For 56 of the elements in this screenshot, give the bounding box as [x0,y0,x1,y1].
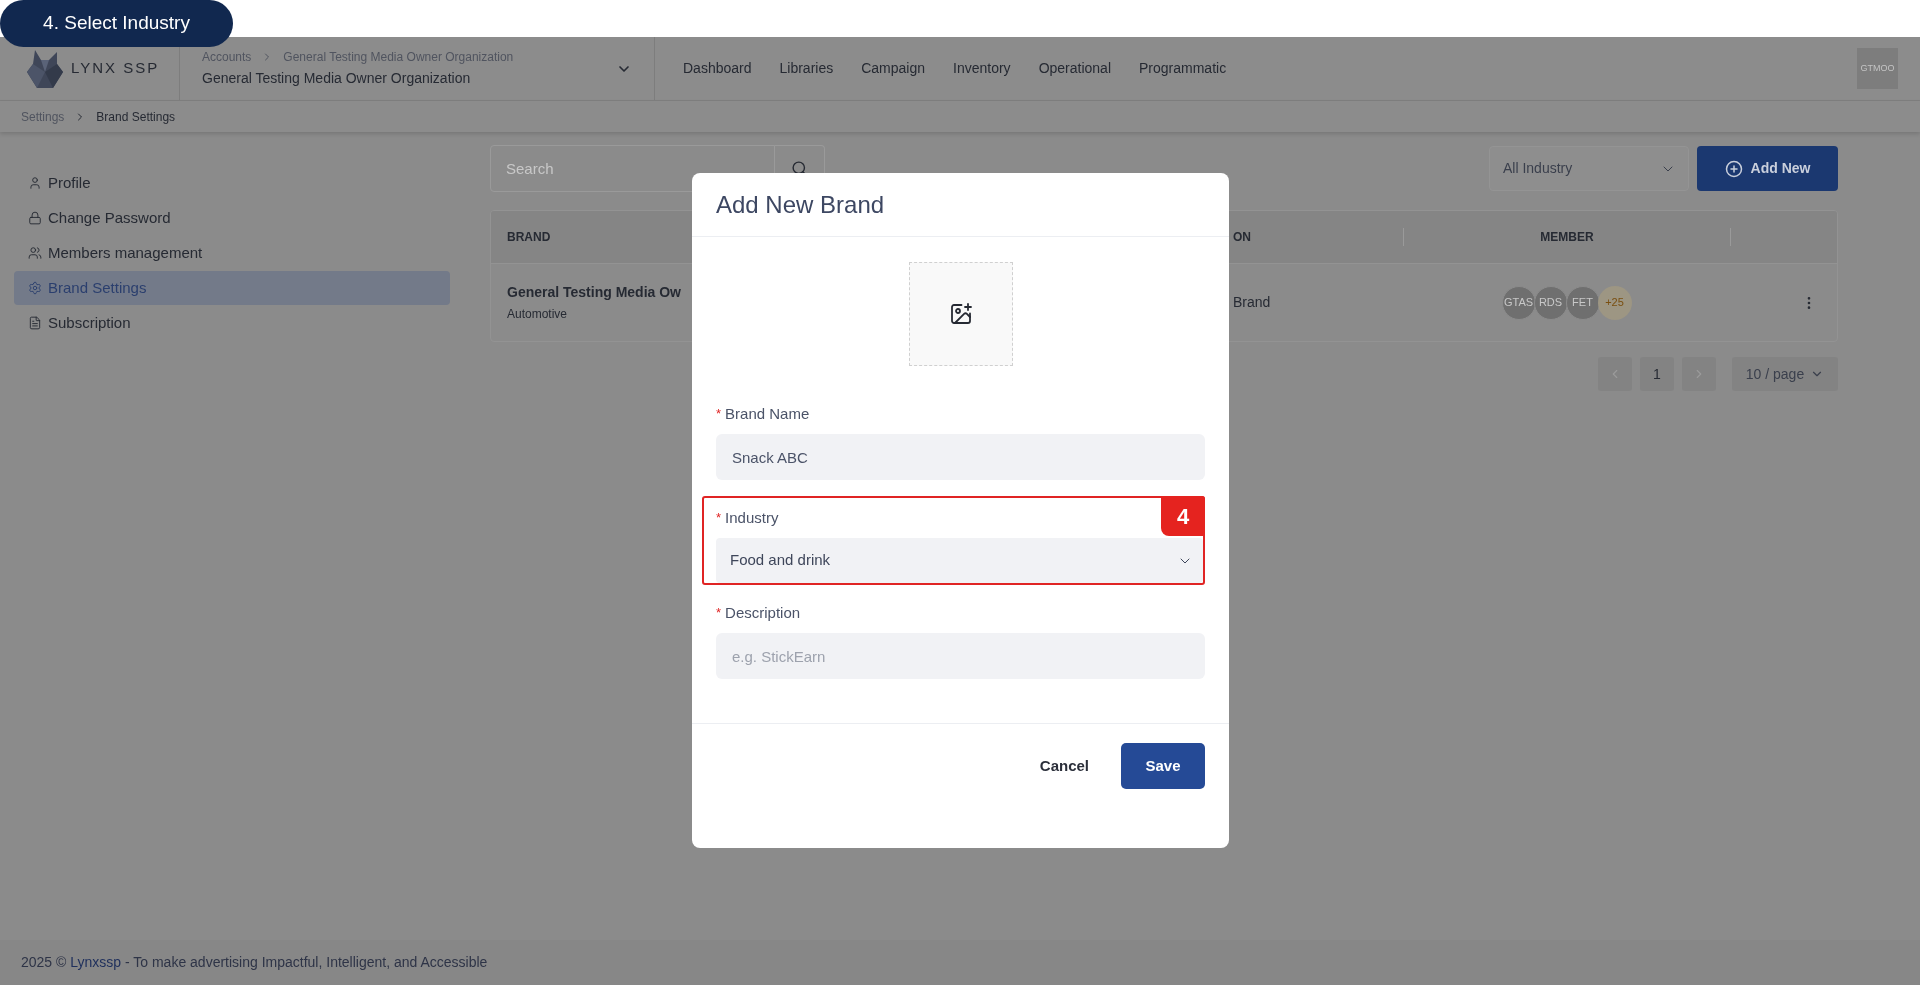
text-field[interactable]: Snack ABC [716,434,1205,480]
nav-link[interactable]: Libraries [779,58,834,79]
user-avatar[interactable]: GTMOO [1857,48,1898,89]
industry-select[interactable]: Food and drink [716,538,1203,583]
column-header: MEMBER [1404,228,1731,246]
organization-name: General Testing Media Owner Organization [202,69,472,88]
dialog-title: Add New Brand [716,189,885,220]
table-cell-text: Brand [1232,293,1272,312]
save-button[interactable]: Save [1121,743,1205,789]
sidebar-item[interactable]: Brand Settings [14,271,450,305]
column-header: BRAND [506,229,552,246]
nav-link[interactable]: Operational [1038,58,1111,79]
step-number-badge: 4 [1161,496,1205,536]
breadcrumb-link[interactable]: Accounts [202,48,252,66]
page-number[interactable]: 1 [1640,357,1674,391]
more-members-count: +25 [1597,285,1632,320]
required-asterisk: * [716,405,722,424]
cancel-button[interactable]: Cancel [1031,743,1097,789]
settings-icon [28,281,42,295]
page-size-select[interactable]: 10 / page [1732,357,1838,391]
nav-link[interactable]: Dashboard [683,58,752,79]
member-avatar: FET [1565,285,1600,320]
field-label: Industry [725,507,779,528]
nav-link[interactable]: Inventory [953,58,1011,79]
nav-link[interactable]: Campaign [861,58,926,79]
image-add-icon [948,302,973,326]
required-asterisk: * [716,604,722,623]
document-icon [28,316,42,330]
breadcrumb-link[interactable]: General Testing Media Owner Organization [283,48,514,66]
lynxssp-link[interactable]: Lynxssp [70,954,122,970]
field-label: Brand Name [725,403,810,424]
step-banner: 4. Select Industry [0,0,233,47]
image-upload-area[interactable] [908,262,1013,366]
sidebar-item[interactable]: Change Password [14,201,450,235]
search-field[interactable]: Search [490,145,775,192]
member-avatar: RDS [1533,285,1568,320]
field-label: Description [725,602,801,623]
logo-text: LYNX SSP [71,58,160,79]
text-field[interactable]: e.g. StickEarn [716,633,1205,679]
member-avatar: GTAS [1501,285,1536,320]
breadcrumb-item: Brand Settings [96,108,176,126]
add-new-button[interactable]: Add New [1697,146,1838,191]
brand-name: General Testing Media Ow [507,283,681,302]
sidebar-item[interactable]: Members management [14,236,450,270]
plus-circle-icon [1724,159,1743,178]
breadcrumb-item[interactable]: Settings [21,107,65,126]
nav-link[interactable]: Programmatic [1139,58,1227,79]
sidebar-item[interactable]: Profile [14,166,450,200]
people-icon [28,246,42,260]
required-asterisk: * [716,509,722,528]
industry-filter[interactable]: All Industry [1489,146,1689,191]
person-icon [28,176,42,190]
brand-industry: Automotive [507,306,568,323]
sidebar-item[interactable]: Subscription [14,306,450,340]
lock-icon [28,211,42,225]
footer-text: 2025 © Lynxssp - To make advertising Impactful, Intelligent, and Accessible [21,953,488,972]
